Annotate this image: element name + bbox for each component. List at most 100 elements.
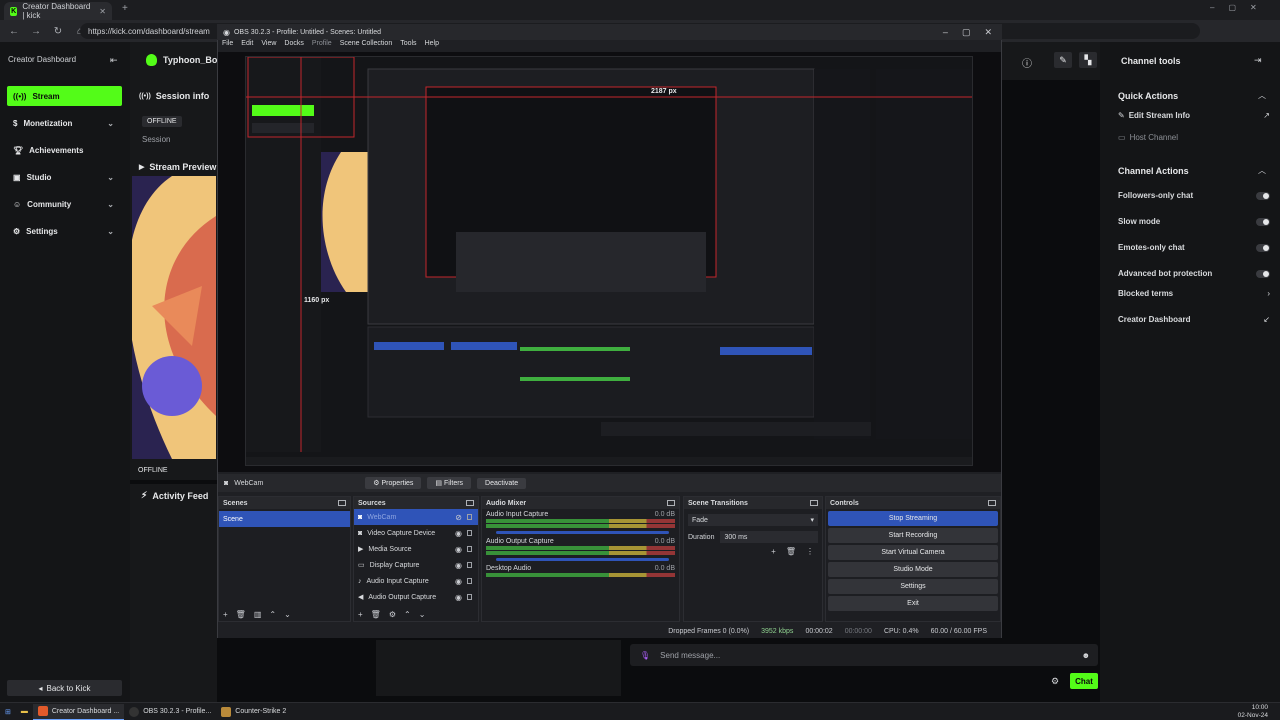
add-icon[interactable]: + [358, 610, 363, 619]
sidebar-item-monetization[interactable]: $ Monetization ⌄ [7, 113, 122, 133]
duration-input[interactable]: 300 ms [720, 531, 818, 543]
volume-slider[interactable] [496, 558, 669, 561]
camera-icon: ◙ [358, 529, 363, 537]
volume-meter [486, 546, 675, 550]
arrow-up-icon[interactable]: ⌃ [404, 610, 411, 619]
sidebar-item-achievements[interactable]: 🏆︎ Achievements [7, 140, 122, 160]
arrow-down-icon[interactable]: ⌄ [419, 610, 426, 619]
reload-icon[interactable]: ↻ [52, 26, 64, 37]
taskbar-obs[interactable]: OBS 30.2.3 - Profile... [124, 704, 216, 720]
obs-menubar: File Edit View Docks Profile Scene Colle… [218, 40, 1001, 52]
menu-file[interactable]: File [222, 40, 233, 52]
back-arrow-icon[interactable]: ← [8, 26, 20, 37]
stop-streaming-button[interactable]: Stop Streaming [828, 511, 998, 526]
volume-slider[interactable] [496, 531, 669, 534]
browser-tab[interactable]: K Creator Dashboard | kick ✕ [4, 2, 112, 20]
new-tab-icon[interactable]: + [122, 3, 128, 14]
source-item[interactable]: ◙ Video Capture Device ◉ [354, 525, 478, 541]
trash-icon[interactable]: 🗑︎ [371, 610, 381, 619]
source-item[interactable]: ◀ Audio Output Capture ◉ [354, 589, 478, 605]
dock-float-icon[interactable] [338, 500, 346, 506]
menu-scene-collection[interactable]: Scene Collection [340, 40, 393, 52]
filter-icon[interactable]: ▥ [254, 610, 262, 619]
file-explorer-icon[interactable]: ▬ [16, 704, 33, 720]
more-icon[interactable]: ⋮ [806, 547, 814, 556]
deactivate-button[interactable]: Deactivate [477, 477, 527, 489]
creator-dashboard-link[interactable]: Creator Dashboard ↙ [1118, 315, 1270, 324]
sidebar-item-stream[interactable]: ((•)) Stream [7, 86, 122, 106]
toggle-switch[interactable] [1256, 269, 1270, 278]
user-info[interactable]: Typhoon_Bob [146, 54, 223, 66]
host-channel-link[interactable]: ▭ Host Channel [1118, 133, 1270, 142]
toggle-switch[interactable] [1256, 191, 1270, 200]
studio-mode-button[interactable]: Studio Mode [828, 562, 998, 577]
forward-arrow-icon[interactable]: → [30, 26, 42, 37]
source-item[interactable]: ▭ Display Capture ◉ [354, 557, 478, 573]
chevron-up-icon[interactable]: ︿ [1258, 90, 1266, 101]
start-windows-icon[interactable]: ⊞ [0, 704, 16, 720]
start-recording-button[interactable]: Start Recording [828, 528, 998, 543]
activity-feed-title: ⚡︎ Activity Feed [141, 490, 209, 501]
edit-pencil-icon[interactable]: ✎ [1054, 52, 1072, 68]
filters-button[interactable]: ▤ Filters [427, 477, 472, 489]
settings-button[interactable]: Settings [828, 579, 998, 594]
source-item[interactable]: ♪ Audio Input Capture ◉ [354, 573, 478, 589]
toggle-emotes-only[interactable]: Emotes-only chat [1118, 243, 1270, 252]
window-controls[interactable]: –▢✕ [1210, 3, 1271, 12]
toggle-switch[interactable] [1256, 217, 1270, 226]
arrow-down-icon[interactable]: ⌄ [284, 610, 291, 619]
menu-view[interactable]: View [261, 40, 276, 52]
chat-settings-gear-icon[interactable]: ⚙ [1051, 676, 1059, 687]
taskbar-browser[interactable]: Creator Dashboard ... [32, 703, 125, 720]
emoji-icon[interactable]: ☻ [1082, 651, 1090, 660]
arrow-up-icon[interactable]: ⌃ [269, 610, 276, 619]
toggle-switch[interactable] [1256, 243, 1270, 252]
toggle-followers-only[interactable]: Followers-only chat [1118, 191, 1270, 200]
dock-float-icon[interactable] [810, 500, 818, 506]
exit-button[interactable]: Exit [828, 596, 998, 611]
dock-float-icon[interactable] [667, 500, 675, 506]
toggle-bot-protection[interactable]: Advanced bot protection [1118, 269, 1270, 278]
menu-tools[interactable]: Tools [400, 40, 416, 52]
taskbar-cs2[interactable]: Counter-Strike 2 [216, 704, 291, 720]
dock-float-icon[interactable] [466, 500, 474, 506]
chat-send-button[interactable]: Chat [1070, 673, 1098, 689]
start-virtual-camera-button[interactable]: Start Virtual Camera [828, 545, 998, 560]
chevron-up-icon[interactable]: ︿ [1258, 165, 1266, 176]
sidebar-item-studio[interactable]: ▣ Studio ⌄ [7, 167, 122, 187]
properties-button[interactable]: ⚙ Properties [365, 477, 422, 489]
menu-docks[interactable]: Docks [284, 40, 303, 52]
source-item[interactable]: ▶ Media Source ◉ [354, 541, 478, 557]
add-icon[interactable]: + [223, 610, 228, 619]
menu-edit[interactable]: Edit [241, 40, 253, 52]
blocked-terms-link[interactable]: Blocked terms › [1118, 289, 1270, 298]
eye-icon: ◉ [455, 544, 462, 554]
clock[interactable]: 10:00 02-Nov-24 [1238, 704, 1268, 720]
gear-icon[interactable]: ⚙ [389, 610, 396, 619]
sidebar-item-settings[interactable]: ⚙ Settings ⌄ [7, 221, 122, 241]
add-icon[interactable]: + [771, 547, 776, 556]
scenes-header: Scenes [219, 497, 350, 509]
layout-icon[interactable]: ▚ [1079, 52, 1097, 68]
trash-icon[interactable]: 🗑︎ [786, 547, 796, 556]
sidebar-item-community[interactable]: ☺ Community ⌄ [7, 194, 122, 214]
lock-icon [467, 530, 472, 536]
collapse-sidebar-icon[interactable]: ⇤ [110, 55, 118, 66]
menu-profile[interactable]: Profile [312, 40, 332, 52]
scenes-dock: Scenes Scene + 🗑︎ ▥ ⌃ ⌄ [218, 496, 351, 622]
obs-window-controls[interactable]: – ▢ ✕ [943, 27, 1002, 38]
menu-help[interactable]: Help [425, 40, 439, 52]
trash-icon[interactable]: 🗑︎ [236, 610, 246, 619]
chat-input[interactable]: 🎙︎ Send message... ☻ [630, 644, 1098, 666]
toggle-slow-mode[interactable]: Slow mode [1118, 217, 1270, 226]
dock-float-icon[interactable] [988, 500, 996, 506]
back-to-kick-button[interactable]: ◂ Back to Kick [7, 680, 122, 696]
close-tab-icon[interactable]: ✕ [99, 7, 106, 16]
transition-select[interactable]: Fade ▾ [688, 514, 818, 526]
scene-item[interactable]: Scene [219, 511, 350, 527]
info-icon[interactable]: ⓘ [1022, 55, 1032, 70]
source-item[interactable]: ◙ WebCam ⊘ [354, 509, 478, 525]
chevron-down-icon: ⌄ [107, 199, 114, 209]
collapse-panel-icon[interactable]: ⇥ [1254, 55, 1262, 66]
edit-stream-info-link[interactable]: ✎ Edit Stream Info ↗ [1118, 111, 1270, 120]
